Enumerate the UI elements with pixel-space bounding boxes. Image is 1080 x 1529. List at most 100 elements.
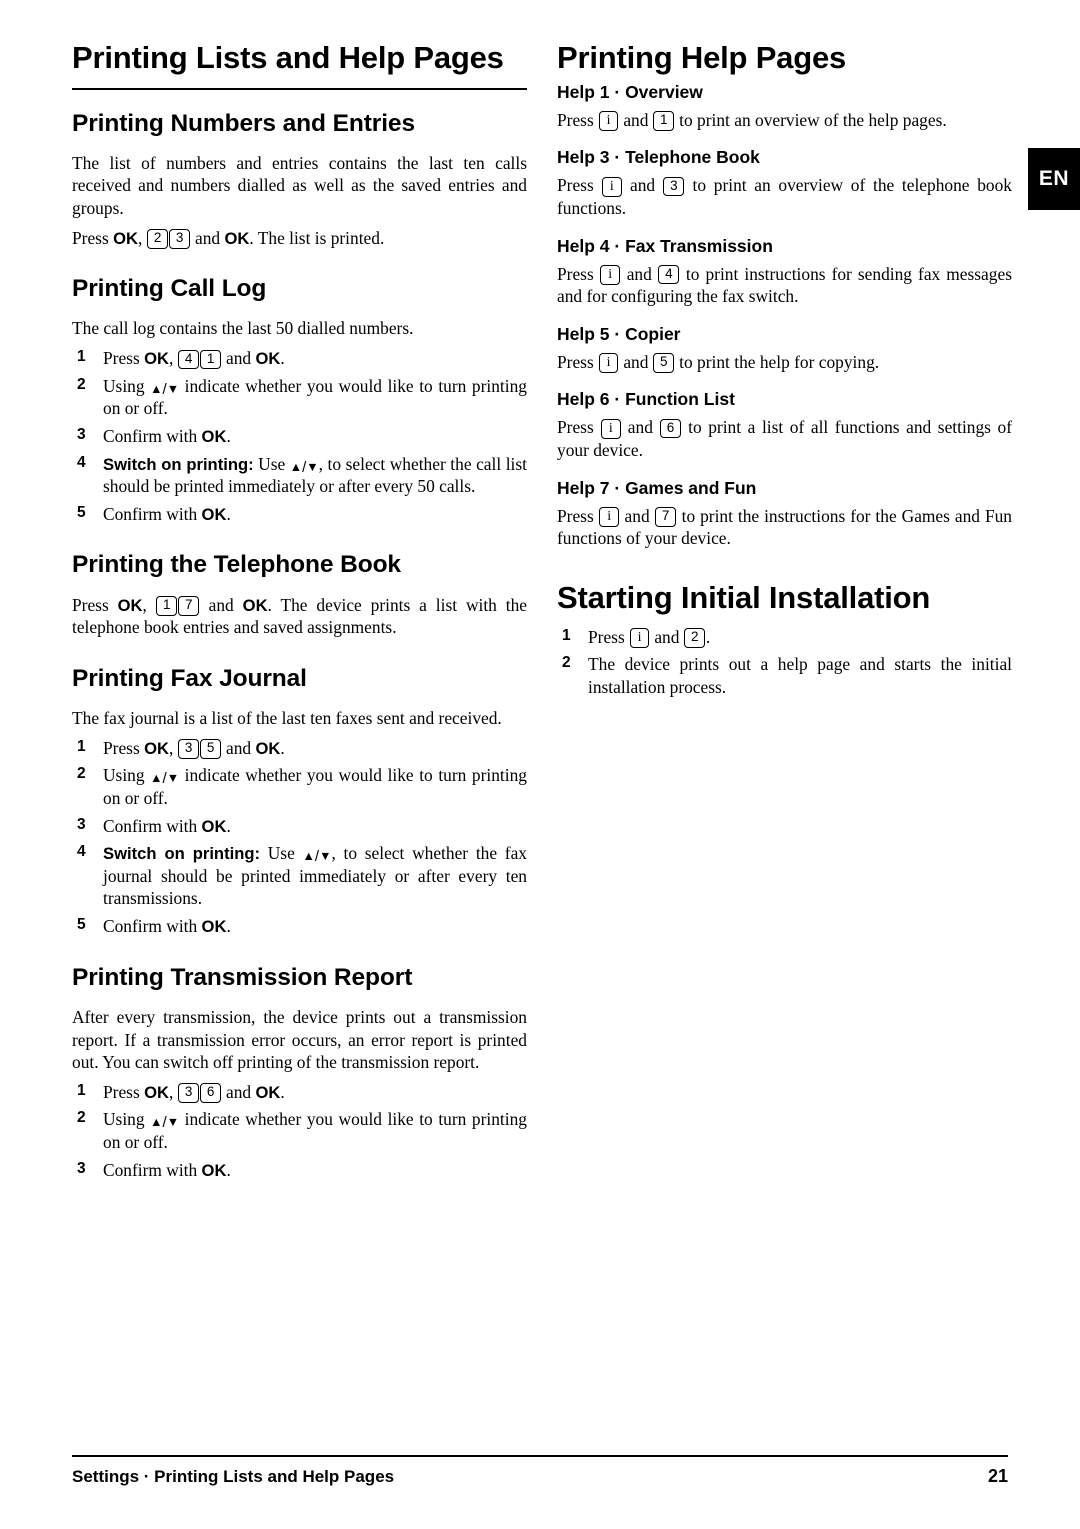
list-item: Confirm with OK. — [77, 815, 231, 836]
key-3: 3 — [663, 176, 685, 197]
key-1: 1 — [156, 596, 178, 616]
section-title-help-pages: Printing Help Pages — [557, 40, 847, 75]
help-heading-overview: Help 1 · Overview — [557, 81, 703, 102]
key-ok-label: OK — [201, 1160, 227, 1180]
text-and: and — [654, 626, 680, 647]
key-ok-label-2: OK — [224, 228, 250, 248]
list-item: Confirm with OK. — [77, 503, 231, 524]
list-item: Press OK, 41 and OK. — [77, 347, 285, 370]
list-item: Switch on printing: Use ▲/▼, to select w… — [77, 842, 527, 909]
document-page: EN Printing Lists and Help Pages Printin… — [0, 0, 1080, 1529]
key-1: 1 — [200, 349, 222, 370]
text-description: to print instructions for sending fax me… — [557, 263, 1012, 307]
step-lead-in-switch-on-printing: Switch on printing: — [103, 844, 261, 864]
help-text-fax-transmission: Press i and 4 to print instructions for … — [557, 263, 1012, 308]
key-5: 5 — [200, 739, 222, 759]
right-column: Printing Help Pages Help 1 · Overview Pr… — [557, 40, 1012, 703]
key-6: 6 — [660, 418, 682, 439]
key-ok-label: OK — [201, 426, 227, 446]
info-key-icon: i — [600, 418, 621, 439]
key-ok-label: OK — [144, 349, 169, 369]
section-heading-transmission-report: Printing Transmission Report — [72, 963, 413, 991]
info-key-icon: i — [600, 265, 621, 286]
text-press: Press — [557, 417, 594, 438]
key-4: 4 — [658, 265, 680, 285]
info-key-icon: i — [629, 628, 650, 649]
text-press: Press — [588, 626, 625, 647]
section-title-initial-installation: Starting Initial Installation — [557, 579, 931, 615]
text-description: to print an overview of the help pages. — [679, 109, 947, 130]
key-7: 7 — [178, 596, 200, 616]
key-ok-label: OK — [201, 504, 227, 524]
text-press: Press — [557, 263, 594, 284]
section-heading-fax-journal: Printing Fax Journal — [72, 664, 307, 692]
key-ok-label: OK — [255, 738, 281, 758]
list-item: Using ▲/▼ indicate whether you would lik… — [77, 1108, 527, 1152]
list-item: Press i and 2. — [557, 626, 1012, 649]
list-item: Press OK, 36 and OK. — [77, 1081, 285, 1103]
info-key-icon: i — [598, 111, 619, 132]
text-and: and — [624, 505, 650, 526]
key-3: 3 — [169, 229, 191, 249]
info-key-icon: i — [601, 176, 622, 197]
page-footer: Settings · Printing Lists and Help Pages… — [72, 1455, 1008, 1487]
section-heading-telephone-book: Printing the Telephone Book — [72, 551, 401, 579]
paragraph-telephone-book: Press OK, 17 and OK. The device prints a… — [72, 594, 527, 638]
key-3: 3 — [178, 1083, 200, 1103]
paragraph-call-log-intro: The call log contains the last 50 dialle… — [72, 318, 414, 339]
list-item: Confirm with OK. — [77, 425, 231, 446]
key-5: 5 — [653, 353, 675, 373]
text-period: . — [705, 626, 711, 647]
list-item: The device prints out a help page and st… — [562, 653, 1012, 697]
key-ok-label: OK — [201, 917, 227, 937]
key-6: 6 — [200, 1083, 222, 1103]
arrow-up-down-icon: ▲/▼ — [150, 770, 180, 788]
text-description: to print the help for copying. — [679, 351, 880, 372]
text-description: to print an overview of the telephone bo… — [557, 175, 1012, 218]
arrow-up-down-icon: ▲/▼ — [302, 848, 332, 866]
arrow-up-down-icon: ▲/▼ — [150, 380, 180, 398]
steps-fax-journal: Press OK, 35 and OK. Using ▲/▼ indicate … — [72, 737, 527, 938]
arrow-up-down-icon: ▲/▼ — [289, 458, 319, 476]
help-heading-copier: Help 5 · Copier — [557, 323, 681, 344]
steps-call-log: Press OK, 41 and OK. Using ▲/▼ indicate … — [72, 347, 527, 525]
section-heading-numbers-entries: Printing Numbers and Entries — [72, 109, 415, 137]
list-item: Using ▲/▼ indicate whether you would lik… — [77, 764, 527, 808]
list-item: Confirm with OK. — [77, 915, 231, 937]
paragraph-numbers-entries-press: Press OK, 23 and OK. The list is printed… — [72, 227, 385, 249]
step-lead-in-switch-on-printing: Switch on printing: — [103, 454, 254, 474]
key-2: 2 — [147, 229, 169, 249]
key-3: 3 — [178, 739, 200, 759]
key-7: 7 — [655, 507, 677, 527]
key-1: 1 — [653, 111, 675, 131]
help-text-overview: Press i and 1 to print an overview of th… — [557, 109, 1012, 132]
help-text-function-list: Press i and 6 to print a list of all fun… — [557, 416, 1012, 461]
key-4: 4 — [178, 349, 200, 370]
steps-transmission-report: Press OK, 36 and OK. Using ▲/▼ indicate … — [72, 1081, 527, 1182]
section-heading-call-log: Printing Call Log — [72, 275, 267, 303]
footer-page-number: 21 — [987, 1466, 1008, 1486]
paragraph-transmission-report-intro: After every transmission, the device pri… — [72, 1006, 527, 1073]
arrow-up-down-icon: ▲/▼ — [150, 1114, 180, 1132]
footer-breadcrumb: Settings · Printing Lists and Help Pages — [72, 1467, 395, 1486]
text-and: and — [623, 109, 649, 130]
help-heading-games-and-fun: Help 7 · Games and Fun — [557, 477, 757, 498]
info-key-icon: i — [598, 353, 619, 374]
key-2: 2 — [684, 628, 706, 648]
text-and: and — [630, 175, 656, 196]
key-ok-label: OK — [201, 816, 227, 836]
text-and: and — [626, 263, 652, 284]
help-heading-fax-transmission: Help 4 · Fax Transmission — [557, 235, 773, 256]
text-and: and — [623, 351, 649, 372]
help-heading-function-list: Help 6 · Function List — [557, 389, 735, 410]
help-heading-telephone-book: Help 3 · Telephone Book — [557, 147, 760, 168]
steps-initial-installation: Press i and 2. The device prints out a h… — [557, 626, 1012, 699]
key-ok-label: OK — [117, 595, 143, 615]
text-press: Press — [557, 175, 594, 196]
help-text-copier: Press i and 5 to print the help for copy… — [557, 351, 1012, 374]
info-key-icon: i — [599, 507, 620, 528]
list-item: Using ▲/▼ indicate whether you would lik… — [77, 375, 527, 419]
help-text-telephone-book: Press i and 3 to print an overview of th… — [557, 174, 1012, 219]
text-description: to print a list of all functions and set… — [557, 417, 1013, 461]
list-item: Press OK, 35 and OK. — [77, 737, 285, 759]
